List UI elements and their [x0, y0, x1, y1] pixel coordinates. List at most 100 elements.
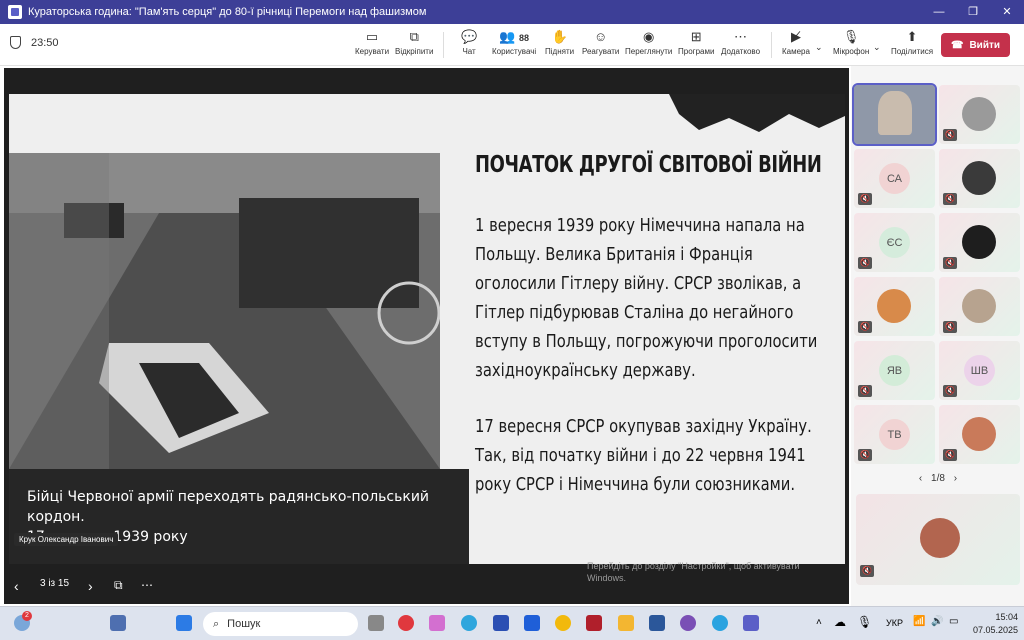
- more-button[interactable]: ⋯ Додатково: [721, 28, 760, 56]
- mic-button[interactable]: 🎙 Мікрофон: [833, 28, 869, 56]
- torn-paper-decoration: [669, 94, 845, 132]
- apps-label: Програми: [678, 47, 715, 56]
- war-photo-illustration: [9, 153, 440, 469]
- meeting-toolbar: 23:50 ▭ Керувати ⧉ Відкріпити 💬 Чат 👥 88…: [0, 24, 1024, 66]
- participant-tile[interactable]: [852, 83, 937, 146]
- avatar: [962, 97, 996, 131]
- chat-button[interactable]: 💬 Чат: [461, 28, 477, 56]
- participant-initials: ЯВ: [879, 355, 910, 386]
- camera-off-icon: ▶̸: [790, 29, 801, 44]
- apps-icon: ⊞: [690, 29, 702, 44]
- prev-page-icon[interactable]: ‹: [919, 473, 922, 484]
- next-slide-button[interactable]: ›: [88, 578, 93, 594]
- participant-tile[interactable]: СА 🔇: [854, 149, 935, 208]
- popout-button[interactable]: ⧉ Відкріпити: [395, 28, 433, 56]
- historical-photo: [9, 153, 440, 469]
- prev-slide-button[interactable]: ‹: [14, 578, 19, 594]
- control-button[interactable]: ▭ Керувати: [355, 28, 389, 56]
- mic-muted-icon: 🔇: [858, 193, 872, 205]
- participant-tile[interactable]: ТВ 🔇: [854, 405, 935, 464]
- window-titlebar: Кураторська година: "Пам'ять серця" до 8…: [0, 0, 1024, 24]
- participant-tile[interactable]: 🔇: [939, 405, 1020, 464]
- edge-icon[interactable]: [461, 615, 477, 631]
- slides-grid-icon[interactable]: ⧉: [114, 578, 123, 593]
- participants-panel: 🔇 СА 🔇 🔇 ЄС 🔇 🔇 🔇 🔇 ЯВ 🔇 ШВ 🔇 ТВ 🔇 🔇 ‹ 1…: [851, 66, 1024, 606]
- more-label: Додатково: [721, 47, 761, 56]
- apps-button[interactable]: ⊞ Програми: [678, 28, 714, 56]
- participant-tile[interactable]: 🔇: [939, 149, 1020, 208]
- battery-icon[interactable]: ▭: [949, 616, 958, 627]
- participant-tile[interactable]: ЯВ 🔇: [854, 341, 935, 400]
- react-button[interactable]: ☺ Реагувати: [582, 28, 619, 56]
- people-button[interactable]: 👥 88 Користувачі: [492, 28, 536, 56]
- camera-button[interactable]: ▶̸ Камера: [782, 28, 810, 56]
- participant-tile[interactable]: ШВ 🔇: [939, 341, 1020, 400]
- raise-label: Підняти: [545, 47, 575, 56]
- wifi-icon[interactable]: 📶: [913, 616, 925, 627]
- camera-options-chevron[interactable]: ⌄: [815, 38, 823, 56]
- mic-muted-icon: 🔇: [858, 449, 872, 461]
- word-icon[interactable]: [649, 615, 665, 631]
- phone-hangup-icon: ☎: [950, 39, 964, 51]
- teams-icon[interactable]: [743, 615, 759, 631]
- people-label: Користувачі: [492, 47, 537, 56]
- task-view-icon[interactable]: [368, 615, 384, 631]
- windows-taskbar: 2 ⌕ Пошук ˄ ☁ 🎙 УКР 📶 🔊 ▭ 15:04 07.05.20…: [0, 606, 1024, 640]
- chrome-icon[interactable]: [555, 615, 571, 631]
- widget-icon[interactable]: [110, 615, 126, 631]
- meeting-timer: 23:50: [10, 36, 59, 49]
- mic-muted-icon: 🔇: [943, 129, 957, 141]
- view-button[interactable]: ◉ Переглянути: [625, 28, 672, 56]
- photo-caption: Бійці Червоної армії переходять радянськ…: [9, 469, 469, 564]
- participant-tile[interactable]: 🔇: [854, 277, 935, 336]
- mic-muted-icon: 🔇: [858, 385, 872, 397]
- copilot-icon[interactable]: [429, 615, 445, 631]
- avatar: [962, 289, 996, 323]
- chevron-up-icon[interactable]: ˄: [816, 617, 822, 628]
- popout-icon: ⧉: [409, 29, 419, 44]
- taskbar-search[interactable]: ⌕ Пошук: [203, 612, 358, 636]
- language-indicator[interactable]: УКР: [886, 618, 903, 628]
- viber-icon[interactable]: [680, 615, 696, 631]
- system-clock[interactable]: 15:04 07.05.2025: [968, 611, 1018, 637]
- mic-muted-icon: 🔇: [943, 449, 957, 461]
- leave-label: Вийти: [969, 39, 1001, 51]
- participant-initials: ТВ: [879, 419, 910, 450]
- popout-label: Відкріпити: [395, 47, 434, 56]
- mic-muted-icon: 🔇: [858, 321, 872, 333]
- next-page-icon[interactable]: ›: [954, 473, 957, 484]
- participant-tile[interactable]: 🔇: [939, 277, 1020, 336]
- mic-options-chevron[interactable]: ⌄: [873, 38, 881, 56]
- slide-title: ПОЧАТОК ДРУГОЇ СВІТОВОЇ ВІЙНИ: [475, 152, 822, 178]
- windows-start-icon[interactable]: [176, 615, 192, 631]
- window-title: Кураторська година: "Пам'ять серця" до 8…: [28, 6, 427, 18]
- caption-line1: Бійці Червоної армії переходять радянськ…: [27, 489, 430, 525]
- leave-button[interactable]: ☎ Вийти: [941, 33, 1010, 57]
- cloud-icon[interactable]: ☁: [834, 615, 846, 629]
- app-icon[interactable]: [524, 615, 540, 631]
- raise-hand-button[interactable]: ✋ Підняти: [545, 28, 574, 56]
- app-icon[interactable]: [586, 615, 602, 631]
- file-explorer-icon[interactable]: [618, 615, 634, 631]
- participant-tile[interactable]: 🔇: [939, 213, 1020, 272]
- mic-muted-icon: 🔇: [943, 385, 957, 397]
- app-icon[interactable]: [493, 615, 509, 631]
- restore-button[interactable]: ❐: [956, 0, 990, 24]
- participant-tile[interactable]: 🔇: [939, 85, 1020, 144]
- mic-tray-icon[interactable]: 🎙: [857, 615, 872, 629]
- participant-tile[interactable]: ЄС 🔇: [854, 213, 935, 272]
- search-icon: ⌕: [213, 617, 220, 630]
- clock-time: 15:04: [995, 612, 1018, 622]
- volume-icon[interactable]: 🔊: [931, 616, 943, 627]
- share-button[interactable]: ⬆ Поділитися: [891, 28, 933, 56]
- more-options-icon[interactable]: ⋯: [141, 578, 153, 592]
- self-avatar: [920, 518, 960, 558]
- close-window-button[interactable]: ✕: [990, 0, 1024, 24]
- opera-icon[interactable]: [398, 615, 414, 631]
- mic-muted-icon: 🔇: [943, 193, 957, 205]
- telegram-icon[interactable]: [712, 615, 728, 631]
- self-video-tile[interactable]: 🔇: [856, 494, 1020, 585]
- minimize-button[interactable]: —: [922, 0, 956, 24]
- page-indicator: 1/8: [931, 473, 945, 484]
- slide-position: 3 із 15: [40, 578, 70, 589]
